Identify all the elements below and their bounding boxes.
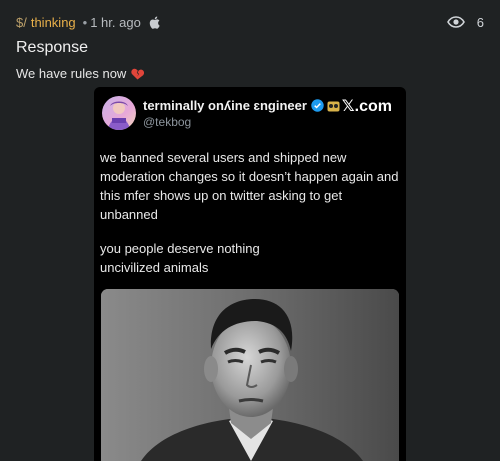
apple-icon xyxy=(149,16,160,29)
tweet-handle[interactable]: @tekbog xyxy=(143,115,191,129)
tweet-display-name[interactable]: terminally onʎine ɛngineer xyxy=(143,98,340,113)
x-logo-link[interactable]: 𝕏.com xyxy=(342,96,392,116)
tweet-paragraph: you people deserve nothing uncivilized a… xyxy=(100,239,400,277)
nerd-emoji-icon xyxy=(327,100,340,112)
tweet-text: we banned several users and shipped new … xyxy=(100,148,400,277)
eye-icon xyxy=(446,16,465,28)
post-meta-row: $/thinking • 1 hr. ago 6 xyxy=(16,12,484,32)
post-title: Response xyxy=(16,39,89,56)
tweet-line: uncivilized animals xyxy=(100,260,209,275)
tweet-line: you people deserve nothing xyxy=(100,241,260,256)
display-name-text: terminally onʎine ɛngineer xyxy=(143,98,307,113)
broken-heart-icon xyxy=(131,68,145,80)
tweet-paragraph: we banned several users and shipped new … xyxy=(100,150,399,222)
avatar[interactable] xyxy=(102,96,136,130)
view-count: 6 xyxy=(446,14,484,30)
portrait-image xyxy=(101,289,399,461)
separator-dot: • xyxy=(82,14,88,30)
view-count-value: 6 xyxy=(476,14,484,30)
post-body-text: We have rules now xyxy=(16,66,127,81)
tweet-photo[interactable] xyxy=(101,289,399,461)
channel-link[interactable]: $/thinking xyxy=(16,15,76,30)
post-body: We have rules now xyxy=(16,66,145,81)
verified-badge-icon xyxy=(311,99,324,112)
timestamp: 1 hr. ago xyxy=(90,14,141,30)
channel-prefix: $/ xyxy=(16,14,27,30)
channel-name: thinking xyxy=(30,14,76,30)
embedded-tweet-card[interactable]: terminally onʎine ɛngineer @tekbog 𝕏.com… xyxy=(94,87,406,461)
